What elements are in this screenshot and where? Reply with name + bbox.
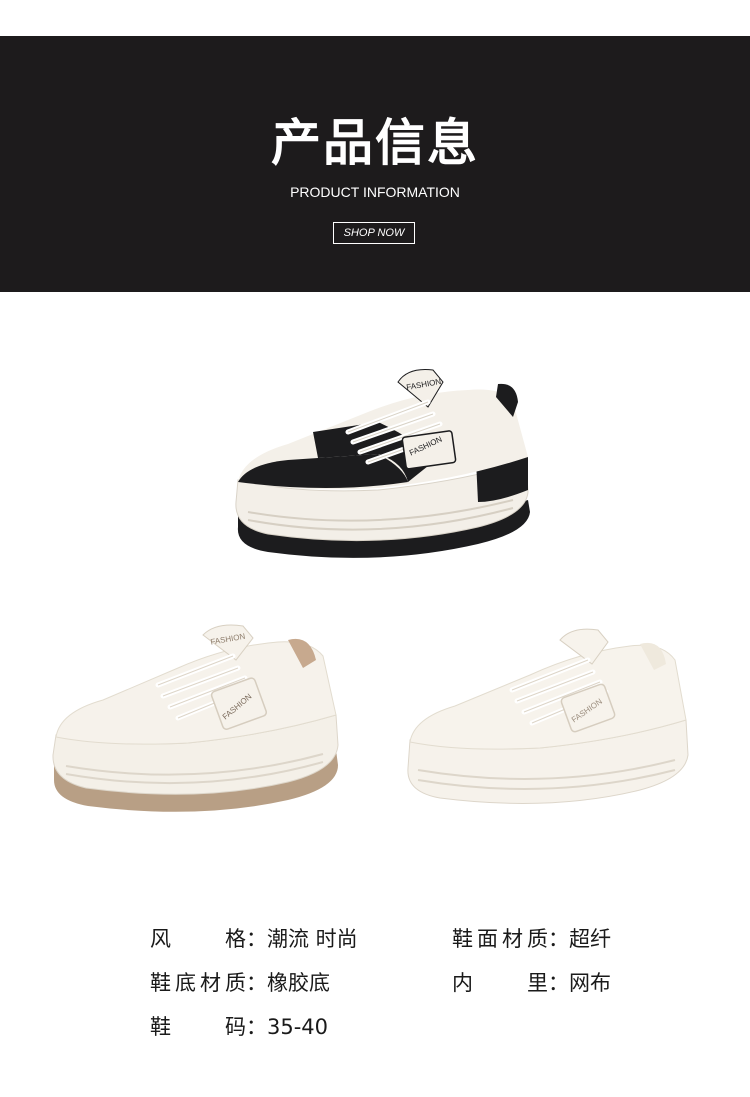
spec-style: 风格：潮流 时尚 <box>150 924 358 954</box>
banner-title: 产品信息 <box>271 114 479 172</box>
spec-colon: ： <box>548 927 569 951</box>
spec-label: 内里 <box>452 971 548 995</box>
spec-upper-material: 鞋面材质：超纤 <box>452 924 611 954</box>
spec-value: 35-40 <box>267 1015 329 1039</box>
sneaker-khaki-white-image: FASHION FASHION <box>52 624 339 812</box>
spec-value: 网布 <box>569 971 611 995</box>
spec-colon: ： <box>246 927 267 951</box>
product-info-banner: 产品信息 PRODUCT INFORMATION SHOP NOW <box>0 36 750 292</box>
spec-value: 超纤 <box>569 927 611 951</box>
product-image-black-white: FASHION FASHION <box>228 362 538 571</box>
spec-lining: 内里：网布 <box>452 968 611 998</box>
spec-label: 鞋底材质 <box>150 971 246 995</box>
shop-now-button[interactable]: SHOP NOW <box>333 222 415 244</box>
banner-subtitle: PRODUCT INFORMATION <box>290 184 460 200</box>
product-image-cream-white: FASHION <box>400 620 700 824</box>
spec-sole-material: 鞋底材质：橡胶底 <box>150 968 330 998</box>
spec-label: 风格 <box>150 927 246 951</box>
sneaker-cream-white-image: FASHION <box>407 628 689 804</box>
product-specs: 风格：潮流 时尚 鞋面材质：超纤 鞋底材质：橡胶底 内里：网布 鞋码：35-40 <box>0 916 750 1066</box>
spec-colon: ： <box>246 971 267 995</box>
spec-colon: ： <box>246 1015 267 1039</box>
spec-label: 鞋面材质 <box>452 927 548 951</box>
product-image-khaki-white: FASHION FASHION <box>48 620 348 829</box>
spec-label: 鞋码 <box>150 1015 246 1039</box>
spec-size: 鞋码：35-40 <box>150 1012 328 1042</box>
spec-value: 橡胶底 <box>267 971 330 995</box>
spec-value: 潮流 时尚 <box>267 927 358 951</box>
spec-colon: ： <box>548 971 569 995</box>
sneaker-black-white-image: FASHION FASHION <box>235 369 530 558</box>
